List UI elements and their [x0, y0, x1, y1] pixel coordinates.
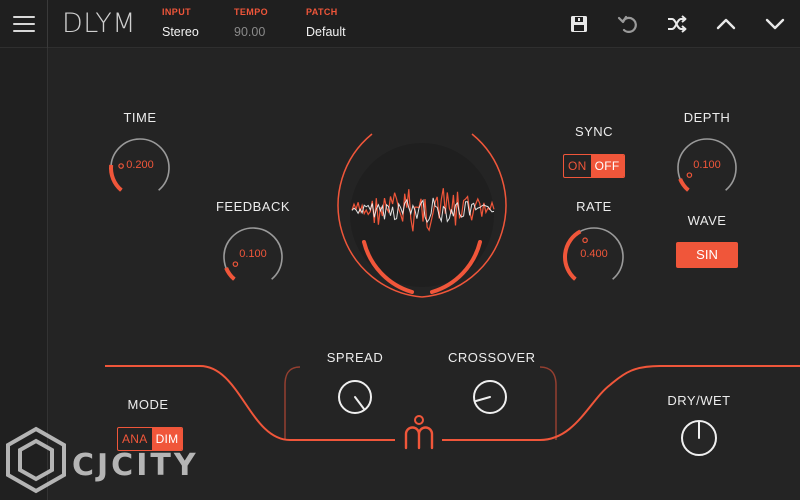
rate-label: RATE — [576, 199, 612, 214]
mode-ana-option[interactable]: ANA — [118, 428, 152, 450]
drywet-label: DRY/WET — [667, 393, 731, 408]
depth-label: DEPTH — [683, 110, 731, 125]
depth-knob-indicator — [686, 172, 693, 178]
rate-value: 0.400 — [580, 248, 608, 260]
crossover-label: CROSSOVER — [448, 350, 536, 365]
wave-button[interactable]: SIN — [676, 242, 738, 268]
sync-off-option[interactable]: OFF — [590, 155, 624, 177]
sync-on-option[interactable]: ON — [564, 155, 591, 177]
mode-dim-option[interactable]: DIM — [151, 428, 183, 450]
feedback-knob-fill — [224, 267, 236, 281]
drywet-knob[interactable] — [677, 416, 721, 460]
depth-value: 0.100 — [693, 159, 721, 171]
feedback-label: FEEDBACK — [215, 199, 291, 214]
watermark-logo — [6, 426, 66, 494]
brand-logo — [404, 415, 434, 450]
time-value: 0.200 — [126, 159, 154, 171]
wave-label: WAVE — [687, 213, 727, 228]
feedback-knob-indicator — [232, 261, 239, 267]
mode-label: MODE — [127, 397, 169, 412]
sync-toggle[interactable]: ON OFF — [563, 154, 625, 178]
spread-knob[interactable] — [333, 375, 377, 419]
waveform-display — [337, 133, 507, 298]
sync-label: SYNC — [574, 124, 614, 139]
depth-knob-fill — [678, 178, 690, 192]
crossover-knob[interactable] — [468, 375, 512, 419]
feedback-value: 0.100 — [239, 248, 267, 260]
time-label: TIME — [123, 110, 157, 125]
spread-label: SPREAD — [326, 350, 384, 365]
rate-knob-indicator — [582, 237, 588, 244]
watermark-text: CJCITY — [72, 448, 199, 483]
